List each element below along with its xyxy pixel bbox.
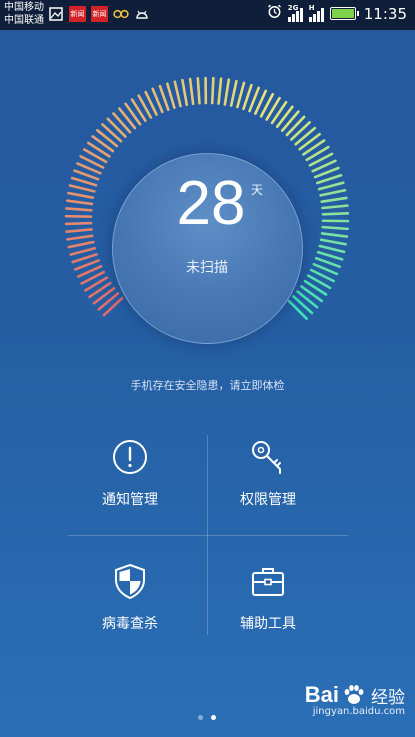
paw-icon [344, 685, 364, 704]
gauge-tick [102, 296, 124, 317]
gauge-tick [317, 181, 345, 191]
battery-fill [331, 9, 354, 18]
network-h-label: H [308, 3, 315, 12]
tile-label: 通知管理 [102, 492, 158, 508]
gauge-tick [321, 204, 349, 210]
carrier-info: 中国移动 中国联通 [4, 1, 44, 27]
gauge-tick [321, 225, 349, 231]
gauge-tick [70, 176, 98, 187]
virus-scan-tile[interactable]: 病毒查杀 [55, 561, 205, 651]
tile-label: 病毒查杀 [102, 616, 158, 632]
scan-status: 未扫描 [186, 260, 228, 276]
days-unit: 天 [251, 183, 264, 197]
gauge-tick [223, 78, 231, 106]
gauge-tick [292, 295, 314, 315]
news-icon: 新闻 [91, 6, 108, 22]
baidu-watermark: Bai 经验 jingyan.baidu.com [305, 682, 405, 717]
gauge-tick [319, 188, 347, 197]
grid-divider-horizontal [68, 535, 348, 536]
android-icon [134, 6, 150, 22]
page-dot-active[interactable] [211, 715, 216, 720]
gauge-tick [69, 246, 97, 256]
tile-label: 辅助工具 [240, 616, 296, 632]
gauge-tick [118, 107, 137, 130]
gauge-tick [242, 83, 253, 111]
gauge-tick [318, 244, 346, 254]
gauge-tick [112, 112, 132, 134]
gauge-tick [67, 240, 95, 249]
carrier-2-label: 中国联通 [4, 15, 44, 26]
gauge-tick [319, 238, 348, 246]
gauge-tick [290, 121, 311, 141]
auxiliary-tools-tile[interactable]: 辅助工具 [193, 561, 343, 651]
gauge-tick [106, 117, 127, 138]
image-icon [48, 6, 64, 22]
gauge-tick [285, 115, 306, 137]
gauge-tick [210, 76, 215, 105]
news-icon: 新闻 [69, 6, 86, 22]
gauge-tick [97, 292, 120, 311]
status-bar: 中国移动 中国联通 新闻 新闻 2G H 11:35 [0, 0, 415, 30]
system-status: 2G H 11:35 [267, 4, 407, 23]
baidu-logo-text: Bai [304, 682, 339, 707]
clock: 11:35 [363, 4, 407, 23]
gauge-tick [64, 221, 93, 226]
gauge-tick [66, 234, 94, 241]
page-dot[interactable] [198, 715, 203, 720]
shield-icon [115, 563, 145, 600]
gauge-tick [67, 191, 95, 199]
baidu-url: jingyan.baidu.com [312, 706, 405, 717]
gauge-tick [321, 212, 350, 216]
key-icon [252, 441, 281, 474]
gauge-tick [68, 184, 96, 193]
days-since-scan: 28 [176, 169, 246, 238]
notification-management-tile[interactable]: 通知管理 [55, 437, 205, 527]
carrier-1-label: 中国移动 [4, 2, 44, 13]
glasses-icon [113, 6, 129, 22]
page-indicator [198, 715, 216, 720]
gauge-tick [65, 228, 93, 233]
gauge-tick [181, 78, 189, 107]
gauge-tick [294, 126, 317, 146]
gauge-tick [65, 199, 94, 206]
gauge-tick [236, 81, 246, 109]
battery-icon [329, 7, 359, 20]
tile-label: 权限管理 [240, 492, 296, 508]
permission-management-tile[interactable]: 权限管理 [193, 437, 343, 527]
gauge-tick [287, 299, 309, 321]
exclamation-circle-icon [113, 440, 147, 474]
gauge-tick [320, 232, 349, 238]
gauge-tick [196, 76, 201, 105]
toolbox-icon [252, 568, 284, 596]
feature-grid: 通知管理 权限管理 病毒查杀 辅助工具 [0, 425, 415, 640]
gauge-tick [188, 77, 195, 106]
gauge-tick [229, 79, 238, 107]
gauge-tick [65, 207, 93, 212]
gauge-tick [316, 250, 344, 261]
gauge-tick [166, 82, 176, 109]
gauge-tick [280, 110, 300, 132]
baidu-logo-suffix: 经验 [371, 687, 405, 707]
gauge-tick [320, 196, 348, 203]
notification-icons: 新闻 新闻 [48, 6, 150, 22]
signal-2g-icon: 2G [287, 3, 303, 22]
network-2g-label: 2G [287, 3, 299, 12]
gauge-tick [296, 290, 319, 309]
gauge-tick [315, 173, 343, 185]
gauge-tick [96, 129, 119, 148]
gauge-tick [101, 123, 123, 143]
security-warning: 手机存在安全隐患，请立即体检 [130, 379, 285, 392]
gauge-tick [217, 77, 223, 105]
gauge-tick [173, 80, 182, 108]
gauge-tick [71, 253, 98, 264]
signal-h-icon: H [308, 3, 324, 22]
baidu-logo: Bai 经验 [305, 682, 405, 708]
alarm-icon [267, 4, 282, 23]
